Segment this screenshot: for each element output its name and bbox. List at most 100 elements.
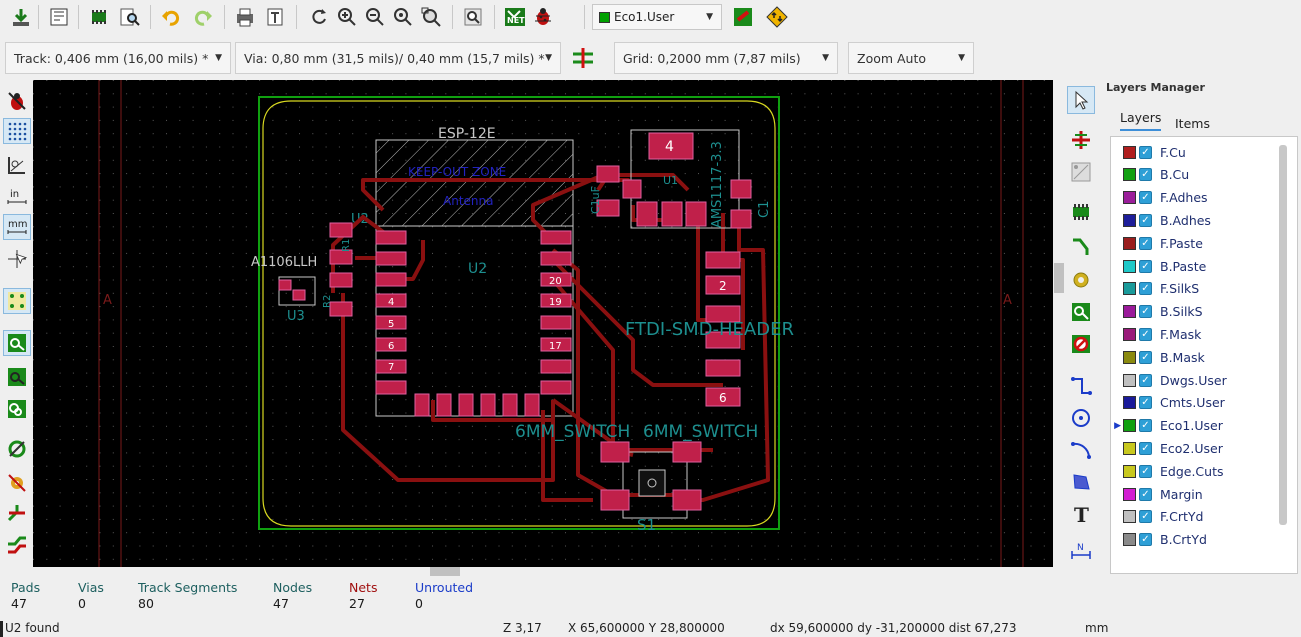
draw-circle-icon[interactable] bbox=[1067, 404, 1095, 432]
layer-row[interactable]: ✓ Eco2.User bbox=[1111, 437, 1281, 459]
add-dimension-icon[interactable]: N bbox=[1067, 536, 1095, 564]
layer-visibility-checkbox[interactable]: ✓ bbox=[1139, 327, 1152, 341]
keepout-area-icon[interactable] bbox=[1067, 330, 1095, 358]
layer-row[interactable]: ✓ F.Cu bbox=[1111, 141, 1281, 163]
cursor-shape-icon[interactable] bbox=[3, 246, 31, 272]
local-ratsnest-icon[interactable] bbox=[1067, 158, 1095, 186]
layer-visibility-checkbox[interactable]: ✓ bbox=[1139, 259, 1152, 273]
auto-track-width-icon[interactable] bbox=[570, 45, 596, 71]
layer-visibility-checkbox[interactable]: ✓ bbox=[1139, 236, 1152, 250]
netlist-icon[interactable]: NET bbox=[502, 4, 528, 30]
add-footprint-icon[interactable] bbox=[1067, 198, 1095, 226]
layer-visibility-checkbox[interactable]: ✓ bbox=[1139, 145, 1152, 159]
select-arrow-icon[interactable] bbox=[1067, 86, 1095, 114]
layer-row[interactable]: ✓ B.SilkS bbox=[1111, 301, 1281, 323]
layer-color-swatch[interactable] bbox=[1123, 510, 1136, 524]
zoom-select[interactable]: Zoom Auto ▼ bbox=[848, 42, 974, 74]
zoom-selection-icon[interactable] bbox=[418, 4, 444, 30]
print-icon[interactable] bbox=[232, 4, 258, 30]
undo-icon[interactable] bbox=[158, 4, 184, 30]
page-settings-icon[interactable] bbox=[46, 4, 72, 30]
redo-icon[interactable] bbox=[190, 4, 216, 30]
canvas-vscroll-thumb[interactable] bbox=[1054, 263, 1064, 293]
canvas-hscroll-thumb[interactable] bbox=[430, 567, 460, 576]
tab-layers[interactable]: Layers bbox=[1120, 110, 1162, 131]
footprint-browser-icon[interactable] bbox=[116, 4, 142, 30]
zones-outline-icon[interactable] bbox=[3, 364, 31, 390]
grid-select[interactable]: Grid: 0,2000 mm (7,87 mils) ▼ bbox=[614, 42, 838, 74]
layer-color-swatch[interactable] bbox=[1123, 191, 1136, 205]
save-board-icon[interactable] bbox=[8, 4, 34, 30]
layer-color-swatch[interactable] bbox=[1123, 373, 1136, 387]
via-size-select[interactable]: Via: 0,80 mm (31,5 mils)/ 0,40 mm (15,7 … bbox=[235, 42, 561, 74]
add-text-icon[interactable]: T bbox=[1067, 500, 1095, 528]
redraw-icon[interactable] bbox=[306, 4, 332, 30]
layer-visibility-checkbox[interactable]: ✓ bbox=[1139, 487, 1152, 501]
track-sketch-icon[interactable] bbox=[3, 500, 31, 526]
layer-color-swatch[interactable] bbox=[1123, 213, 1136, 227]
layer-color-swatch[interactable] bbox=[1123, 145, 1136, 159]
highlight-net-icon[interactable] bbox=[1067, 126, 1095, 154]
layer-visibility-checkbox[interactable]: ✓ bbox=[1139, 282, 1152, 296]
layer-row[interactable]: ✓ F.CrtYd bbox=[1111, 506, 1281, 528]
layer-row[interactable]: ✓ B.Paste bbox=[1111, 255, 1281, 277]
inch-units-icon[interactable]: in bbox=[3, 184, 31, 210]
layer-color-swatch[interactable] bbox=[1123, 396, 1136, 410]
draw-line-icon[interactable] bbox=[1067, 372, 1095, 400]
layer-color-swatch[interactable] bbox=[1123, 168, 1136, 182]
track-width-select[interactable]: Track: 0,406 mm (16,00 mils) * ▼ bbox=[5, 42, 231, 74]
layer-visibility-checkbox[interactable]: ✓ bbox=[1139, 396, 1152, 410]
find-icon[interactable] bbox=[460, 4, 486, 30]
add-via-icon[interactable] bbox=[1067, 266, 1095, 294]
mm-units-icon[interactable]: mm bbox=[3, 214, 31, 240]
layer-row[interactable]: ✓ Cmts.User bbox=[1111, 392, 1281, 414]
layer-visibility-checkbox[interactable]: ✓ bbox=[1139, 350, 1152, 364]
layer-color-swatch[interactable] bbox=[1123, 259, 1136, 273]
layer-row[interactable]: ✓ F.Mask bbox=[1111, 323, 1281, 345]
layer-row[interactable]: ✓ F.Adhes bbox=[1111, 187, 1281, 209]
pcb-canvas[interactable]: A A ESP-12E KEEP-OUT ZONE Antenna U2 U2 bbox=[33, 80, 1053, 567]
active-layer-select[interactable]: Eco1.User ▼ bbox=[592, 4, 722, 30]
layer-visibility-checkbox[interactable]: ✓ bbox=[1139, 419, 1152, 433]
layer-color-swatch[interactable] bbox=[1123, 350, 1136, 364]
layer-color-swatch[interactable] bbox=[1123, 533, 1136, 547]
layer-color-swatch[interactable] bbox=[1123, 487, 1136, 501]
footprint-editor-icon[interactable] bbox=[86, 4, 112, 30]
zoom-out-icon[interactable] bbox=[362, 4, 388, 30]
ratsnest-icon[interactable] bbox=[3, 288, 31, 314]
layer-visibility-checkbox[interactable]: ✓ bbox=[1139, 441, 1152, 455]
pad-sketch-icon[interactable] bbox=[3, 436, 31, 462]
tab-items[interactable]: Items bbox=[1175, 116, 1210, 131]
layer-color-swatch[interactable] bbox=[1123, 464, 1136, 478]
route-track-icon[interactable] bbox=[1067, 232, 1095, 260]
layer-row[interactable]: ✓ Edge.Cuts bbox=[1111, 460, 1281, 482]
layer-visibility-checkbox[interactable]: ✓ bbox=[1139, 533, 1152, 547]
layer-visibility-checkbox[interactable]: ✓ bbox=[1139, 510, 1152, 524]
layer-color-swatch[interactable] bbox=[1123, 236, 1136, 250]
layer-color-swatch[interactable] bbox=[1123, 441, 1136, 455]
draw-polygon-icon[interactable] bbox=[1067, 468, 1095, 496]
layer-color-swatch[interactable] bbox=[1123, 327, 1136, 341]
layer-visibility-checkbox[interactable]: ✓ bbox=[1139, 305, 1152, 319]
grid-toggle-icon[interactable] bbox=[3, 118, 31, 144]
layer-row[interactable]: ✓ B.Mask bbox=[1111, 346, 1281, 368]
layer-row[interactable]: ✓ F.Paste bbox=[1111, 232, 1281, 254]
layer-color-swatch[interactable] bbox=[1123, 305, 1136, 319]
layer-color-swatch[interactable] bbox=[1123, 282, 1136, 296]
layer-row[interactable]: ✓ B.Adhes bbox=[1111, 209, 1281, 231]
polar-coords-icon[interactable] bbox=[3, 152, 31, 178]
layer-row[interactable]: ✓ Dwgs.User bbox=[1111, 369, 1281, 391]
draw-arc-icon[interactable] bbox=[1067, 436, 1095, 464]
layer-visibility-checkbox[interactable]: ✓ bbox=[1139, 191, 1152, 205]
layer-pair-icon[interactable] bbox=[730, 4, 756, 30]
layer-visibility-checkbox[interactable]: ✓ bbox=[1139, 373, 1152, 387]
zones-sketch-icon[interactable] bbox=[3, 396, 31, 422]
zones-fill-icon[interactable] bbox=[3, 330, 31, 356]
drc-icon[interactable] bbox=[530, 4, 556, 30]
layer-list-scrollbar[interactable] bbox=[1279, 145, 1287, 525]
layer-row[interactable]: ▶ ✓ Eco1.User bbox=[1111, 415, 1281, 437]
layer-visibility-checkbox[interactable]: ✓ bbox=[1139, 168, 1152, 182]
zoom-fit-icon[interactable] bbox=[390, 4, 416, 30]
layer-row[interactable]: ✓ B.Cu bbox=[1111, 164, 1281, 186]
layer-color-swatch[interactable] bbox=[1123, 419, 1136, 433]
